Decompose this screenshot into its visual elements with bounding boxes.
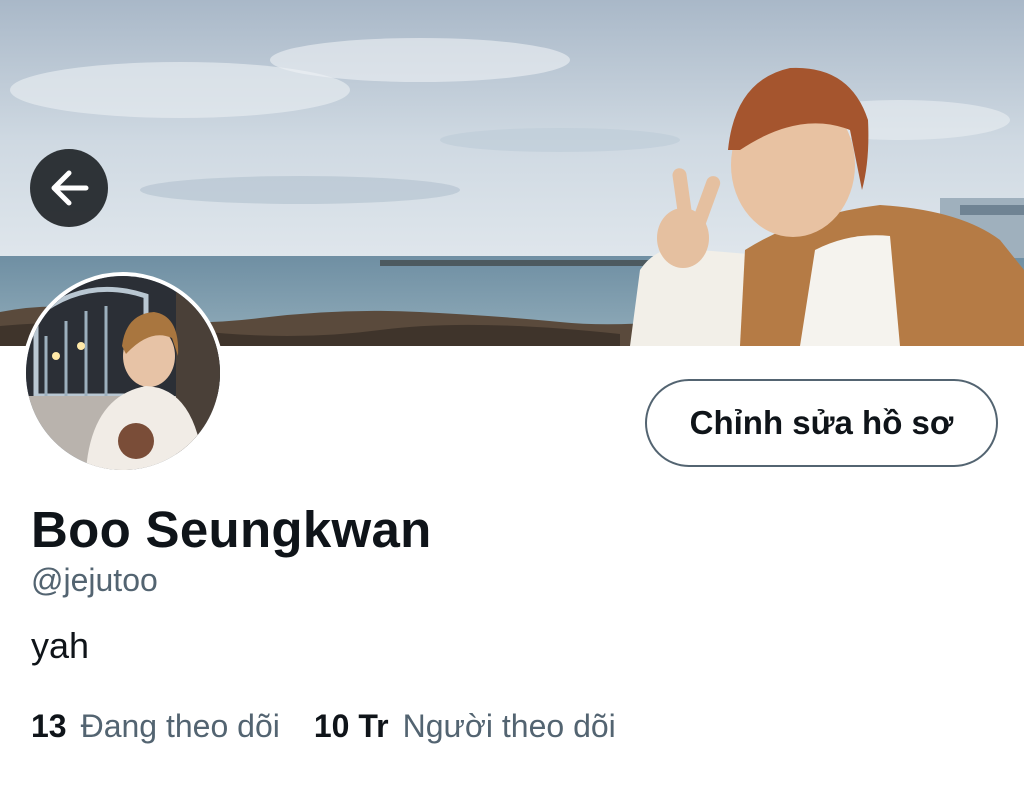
profile-avatar[interactable] [22, 272, 224, 474]
edit-profile-button[interactable]: Chỉnh sửa hồ sơ [645, 379, 998, 467]
followers-count: 10 Tr [313, 708, 389, 744]
profile-bio: yah [31, 625, 90, 666]
followers-stat[interactable]: 10 Tr Người theo dõi [314, 708, 616, 745]
followers-label: Người theo dõi [402, 708, 616, 744]
following-stat[interactable]: 13 Đang theo dõi [31, 708, 280, 745]
back-button[interactable] [30, 149, 108, 227]
following-label: Đang theo dõi [80, 708, 280, 744]
follow-stats: 13 Đang theo dõi 10 Tr Người theo dõi [31, 708, 616, 745]
display-name: Boo Seungkwan [31, 501, 432, 558]
following-count: 13 [31, 708, 67, 744]
arrow-left-icon [51, 170, 89, 206]
avatar-photo [26, 276, 220, 470]
user-handle: @jejutoo [31, 562, 158, 598]
